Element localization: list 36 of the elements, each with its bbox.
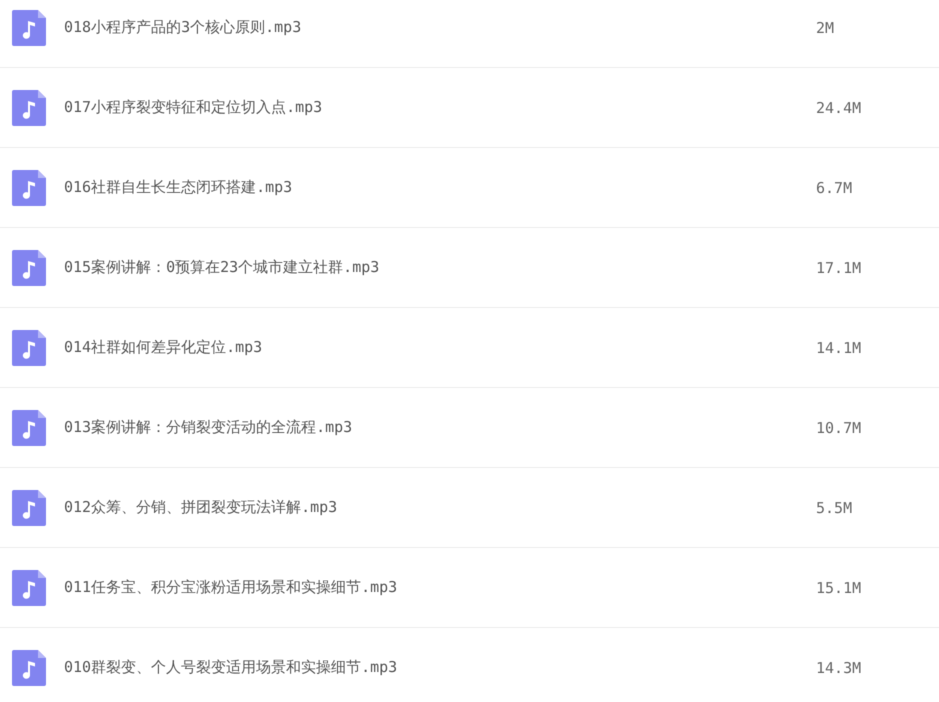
file-size: 17.1M	[816, 258, 862, 276]
music-file-icon	[12, 90, 46, 126]
file-size: 14.3M	[816, 658, 862, 676]
file-row[interactable]: 017小程序裂变特征和定位切入点.mp3 24.4M	[0, 68, 939, 148]
music-file-icon	[12, 570, 46, 606]
file-row[interactable]: 010群裂变、个人号裂变适用场景和实操细节.mp3 14.3M	[0, 628, 939, 702]
file-row[interactable]: 014社群如何差异化定位.mp3 14.1M	[0, 308, 939, 388]
music-file-icon	[12, 650, 46, 686]
file-name: 010群裂变、个人号裂变适用场景和实操细节.mp3	[64, 658, 398, 677]
file-size: 5.5M	[816, 498, 852, 516]
file-name: 017小程序裂变特征和定位切入点.mp3	[64, 98, 324, 117]
file-size: 14.1M	[816, 338, 862, 356]
music-file-icon	[12, 170, 46, 206]
music-file-icon	[12, 10, 46, 46]
file-size: 15.1M	[816, 578, 862, 596]
file-size: 10.7M	[816, 418, 862, 436]
file-row[interactable]: 013案例讲解：分销裂变活动的全流程.mp3 10.7M	[0, 388, 939, 468]
file-row[interactable]: 016社群自生长生态闭环搭建.mp3 6.7M	[0, 148, 939, 228]
file-name: 014社群如何差异化定位.mp3	[64, 338, 264, 357]
music-file-icon	[12, 250, 46, 286]
file-size: 2M	[816, 18, 834, 36]
file-name: 018小程序产品的3个核心原则.mp3	[64, 18, 302, 37]
music-file-icon	[12, 490, 46, 526]
file-size: 24.4M	[816, 98, 862, 116]
music-file-icon	[12, 330, 46, 366]
file-row[interactable]: 011任务宝、积分宝涨粉适用场景和实操细节.mp3 15.1M	[0, 548, 939, 628]
file-name: 016社群自生长生态闭环搭建.mp3	[64, 178, 294, 197]
file-row[interactable]: 012众筹、分销、拼团裂变玩法详解.mp3 5.5M	[0, 468, 939, 548]
file-row[interactable]: 018小程序产品的3个核心原则.mp3 2M	[0, 0, 939, 68]
file-row[interactable]: 015案例讲解：0预算在23个城市建立社群.mp3 17.1M	[0, 228, 939, 308]
file-size: 6.7M	[816, 178, 852, 196]
file-name: 012众筹、分销、拼团裂变玩法详解.mp3	[64, 498, 338, 517]
music-file-icon	[12, 410, 46, 446]
file-name: 015案例讲解：0预算在23个城市建立社群.mp3	[64, 258, 380, 277]
file-name: 013案例讲解：分销裂变活动的全流程.mp3	[64, 418, 354, 437]
file-name: 011任务宝、积分宝涨粉适用场景和实操细节.mp3	[64, 578, 398, 597]
